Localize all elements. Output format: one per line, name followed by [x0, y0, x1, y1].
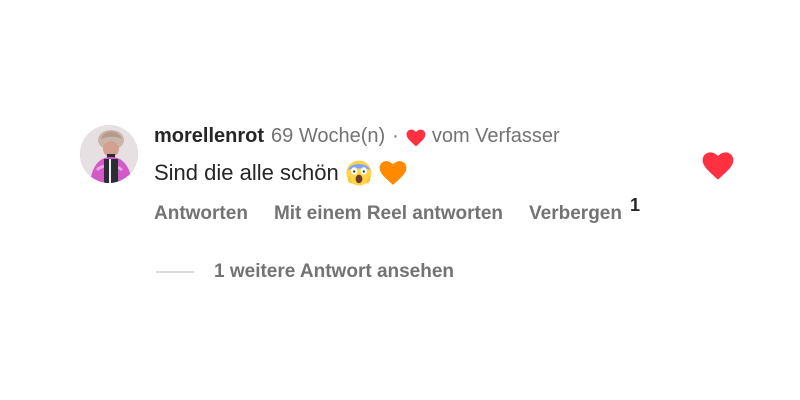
replies-divider-line	[156, 271, 194, 273]
view-replies-row[interactable]: 1 weitere Antwort ansehen	[156, 259, 454, 285]
view-more-replies-button[interactable]: 1 weitere Antwort ansehen	[214, 261, 454, 283]
hide-button[interactable]: Verbergen	[529, 203, 622, 225]
comment-body: morellenrot 69 Woche(n) · vom Verfasser …	[154, 122, 654, 228]
comment-actions: Antworten Mit einem Reel antworten Verbe…	[154, 195, 654, 228]
meta-separator: ·	[392, 125, 399, 147]
comment-text-content: Sind die alle schön	[154, 160, 339, 185]
comment-text: Sind die alle schön	[154, 158, 654, 188]
comment-timestamp: 69 Woche(n)	[271, 125, 386, 147]
heart-icon	[406, 127, 426, 147]
comment-card: morellenrot 69 Woche(n) · vom Verfasser …	[80, 122, 740, 292]
reply-button[interactable]: Antworten	[154, 203, 248, 225]
hide-count-badge: 1	[629, 195, 640, 215]
reel-reply-button[interactable]: Mit einem Reel antworten	[274, 203, 503, 225]
hide-action-group[interactable]: Verbergen 1	[529, 195, 640, 225]
like-button[interactable]	[702, 151, 734, 181]
comment-meta: morellenrot 69 Woche(n) · vom Verfasser	[154, 122, 654, 150]
username[interactable]: morellenrot	[154, 122, 264, 150]
face-screaming-in-fear-icon	[345, 159, 373, 187]
avatar[interactable]	[80, 125, 138, 183]
author-like-label: vom Verfasser	[431, 125, 560, 147]
heart-filled-icon[interactable]	[702, 151, 734, 181]
orange-heart-icon	[379, 159, 407, 187]
